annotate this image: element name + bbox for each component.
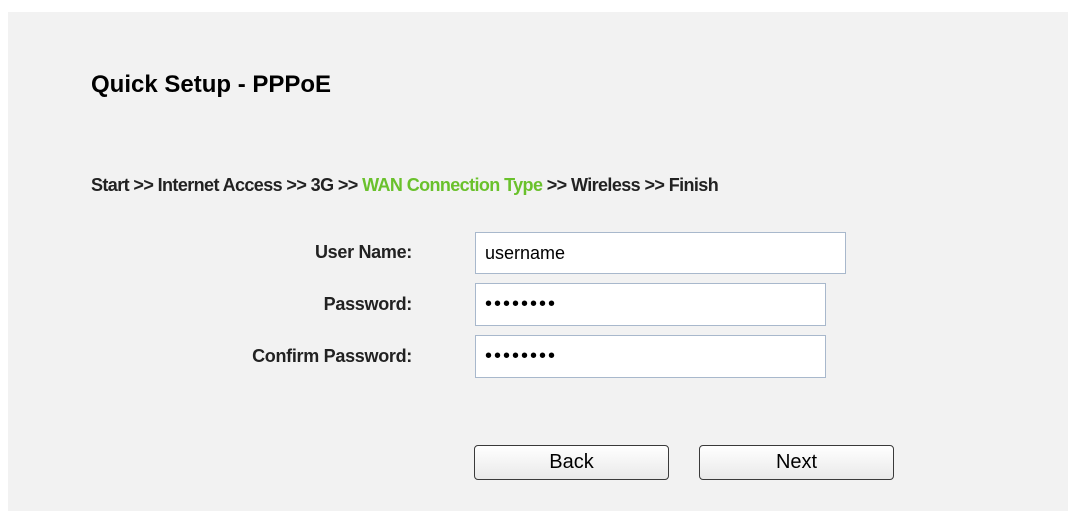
next-button[interactable]: Next: [699, 445, 894, 480]
breadcrumb-steps-before: Start >> Internet Access >> 3G >>: [91, 175, 363, 195]
breadcrumb-step-active: WAN Connection Type: [362, 175, 543, 195]
confirm-password-label: Confirm Password:: [252, 346, 412, 366]
breadcrumb-steps-after: >> Wireless >> Finish: [542, 175, 719, 195]
user-name-label: User Name:: [314, 242, 412, 262]
back-button[interactable]: Back: [474, 445, 669, 480]
page-title: Quick Setup - PPPoE: [91, 71, 332, 98]
setup-steps-breadcrumb: Start >> Internet Access >> 3G >> WAN Co…: [91, 175, 719, 196]
password-input[interactable]: [475, 283, 826, 326]
confirm-password-input[interactable]: [475, 335, 826, 378]
password-label: Password:: [323, 294, 413, 314]
user-name-input[interactable]: [475, 232, 846, 274]
